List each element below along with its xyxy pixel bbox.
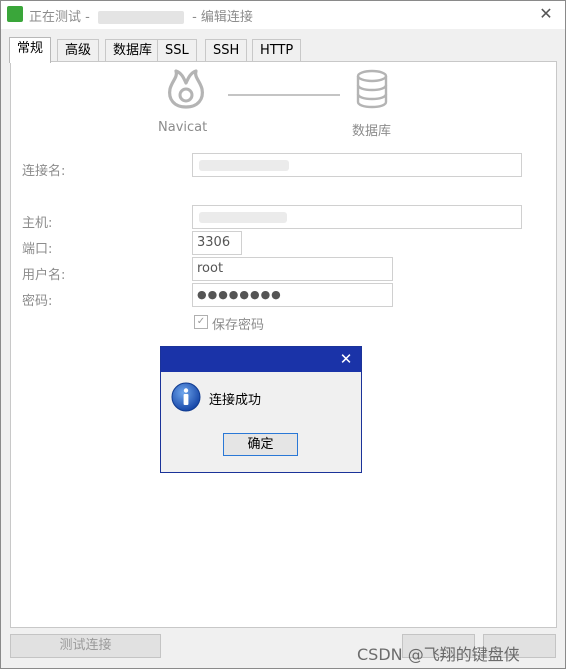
title-bar: 正在测试 - - 编辑连接 ✕ xyxy=(1,1,565,29)
dialog-message: 连接成功 xyxy=(209,393,262,408)
tab-general[interactable]: 常规 xyxy=(9,37,52,63)
csdn-watermark: CSDN @飞翔的键盘侠 xyxy=(357,645,520,664)
username-label: 用户名: xyxy=(22,268,66,283)
dialog-ok-button[interactable]: 确定 xyxy=(223,433,298,456)
connection-name-input[interactable] xyxy=(192,153,522,177)
redacted-connection-name-value xyxy=(199,160,289,171)
connection-line xyxy=(228,94,340,96)
edit-connection-window: 正在测试 - - 编辑连接 ✕ 常规 高级 数据库 SSL SSH HTTP N… xyxy=(0,0,566,669)
host-label: 主机: xyxy=(22,216,53,231)
redacted-host-value xyxy=(199,212,287,223)
tab-ssl[interactable]: SSL xyxy=(157,39,197,62)
info-icon xyxy=(171,382,201,412)
dialog-body: 连接成功 确定 xyxy=(161,372,361,472)
tab-databases[interactable]: 数据库 xyxy=(105,39,161,62)
general-tab-panel xyxy=(10,61,557,628)
connection-name-label: 连接名: xyxy=(22,164,66,179)
window-close-button[interactable]: ✕ xyxy=(535,3,557,25)
tab-advanced[interactable]: 高级 xyxy=(57,39,100,62)
navicat-label: Navicat xyxy=(158,120,208,135)
port-label: 端口: xyxy=(22,242,53,257)
password-label: 密码: xyxy=(22,294,53,309)
window-title: 正在测试 - - 编辑连接 xyxy=(29,6,253,25)
save-password-label: 保存密码 xyxy=(212,318,265,333)
connection-success-dialog: ✕ 连接成功 确定 xyxy=(160,346,362,473)
redacted-connection-name xyxy=(97,11,184,24)
port-input[interactable]: 3306 xyxy=(192,231,242,255)
connection-graphic: Navicat 数据库 xyxy=(156,67,416,139)
window-title-prefix: 正在测试 - xyxy=(29,10,90,25)
tab-ssh[interactable]: SSH xyxy=(205,39,248,62)
database-icon xyxy=(356,69,388,109)
navicat-logo-icon xyxy=(168,69,204,109)
password-input[interactable]: ●●●●●●●● xyxy=(192,283,393,307)
navicat-app-icon xyxy=(7,6,23,22)
database-label: 数据库 xyxy=(352,124,392,139)
username-input[interactable]: root xyxy=(192,257,393,281)
host-input[interactable] xyxy=(192,205,522,229)
dialog-title-bar: ✕ xyxy=(161,347,361,372)
test-connection-button[interactable]: 测试连接 xyxy=(10,634,161,658)
checkmark-icon: ✓ xyxy=(194,315,208,329)
tab-http[interactable]: HTTP xyxy=(252,39,302,62)
window-title-suffix: - 编辑连接 xyxy=(192,10,253,25)
dialog-close-button[interactable]: ✕ xyxy=(336,349,356,369)
